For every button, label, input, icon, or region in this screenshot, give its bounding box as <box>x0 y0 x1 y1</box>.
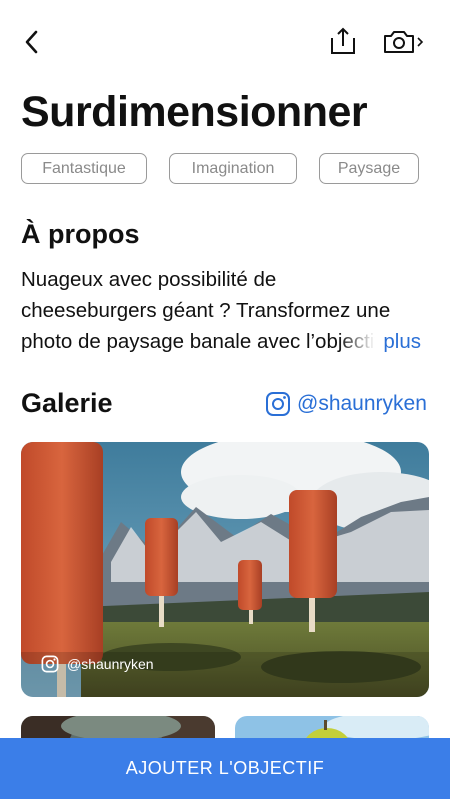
about-line-3-container: photo de paysage banale avec l’objectif … <box>21 326 429 357</box>
about-line-3: photo de paysage banale avec l’objectif <box>21 330 381 353</box>
camera-icon <box>384 31 424 53</box>
tag-list: Fantastique Imagination Paysage <box>21 153 419 184</box>
instagram-icon <box>266 392 290 416</box>
gallery-hero-image[interactable]: @shaunryken <box>21 442 429 697</box>
share-button[interactable] <box>328 26 358 56</box>
instagram-icon <box>41 655 59 673</box>
gallery-heading: Galerie <box>21 388 113 418</box>
about-description: Nuageux avec possibilité de cheeseburger… <box>21 264 429 326</box>
top-bar <box>0 0 450 80</box>
hero-caption-handle: @shaunryken <box>67 656 154 672</box>
chevron-left-icon <box>25 30 38 54</box>
about-line-2: cheeseburgers géant ? Transformez une <box>21 299 391 322</box>
page-title: Surdimensionner <box>21 88 368 136</box>
add-lens-button[interactable]: AJOUTER L'OBJECTIF <box>0 738 450 799</box>
share-icon <box>331 27 355 54</box>
about-heading: À propos <box>21 219 140 249</box>
instagram-handle: @shaunryken <box>297 392 427 415</box>
back-button[interactable] <box>18 28 46 56</box>
tag-fantastique[interactable]: Fantastique <box>21 153 147 184</box>
hero-caption: @shaunryken <box>41 655 154 673</box>
tag-imagination[interactable]: Imagination <box>169 153 297 184</box>
instagram-link[interactable]: @shaunryken <box>265 391 427 417</box>
about-line-1: Nuageux avec possibilité de <box>21 268 277 291</box>
more-link[interactable]: plus <box>383 326 421 357</box>
tag-paysage[interactable]: Paysage <box>319 153 419 184</box>
camera-button[interactable] <box>382 28 428 56</box>
